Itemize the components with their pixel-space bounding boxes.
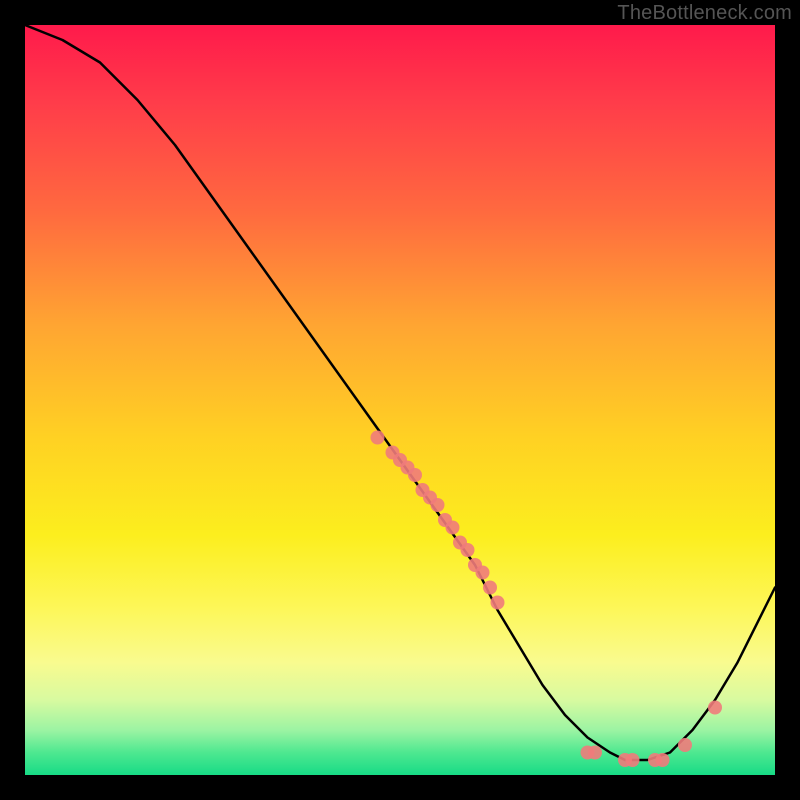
data-point [446,521,460,535]
data-point [656,753,670,767]
data-point [431,498,445,512]
plot-area [25,25,775,775]
data-point [483,581,497,595]
data-point [371,431,385,445]
data-point [678,738,692,752]
data-point [708,701,722,715]
data-points [371,431,723,768]
watermark-text: TheBottleneck.com [617,2,792,25]
bottleneck-curve [25,25,775,760]
data-point [626,753,640,767]
data-point [461,543,475,557]
chart-frame: TheBottleneck.com [0,0,800,800]
data-point [476,566,490,580]
chart-svg [25,25,775,775]
data-point [588,746,602,760]
data-point [408,468,422,482]
data-point [491,596,505,610]
